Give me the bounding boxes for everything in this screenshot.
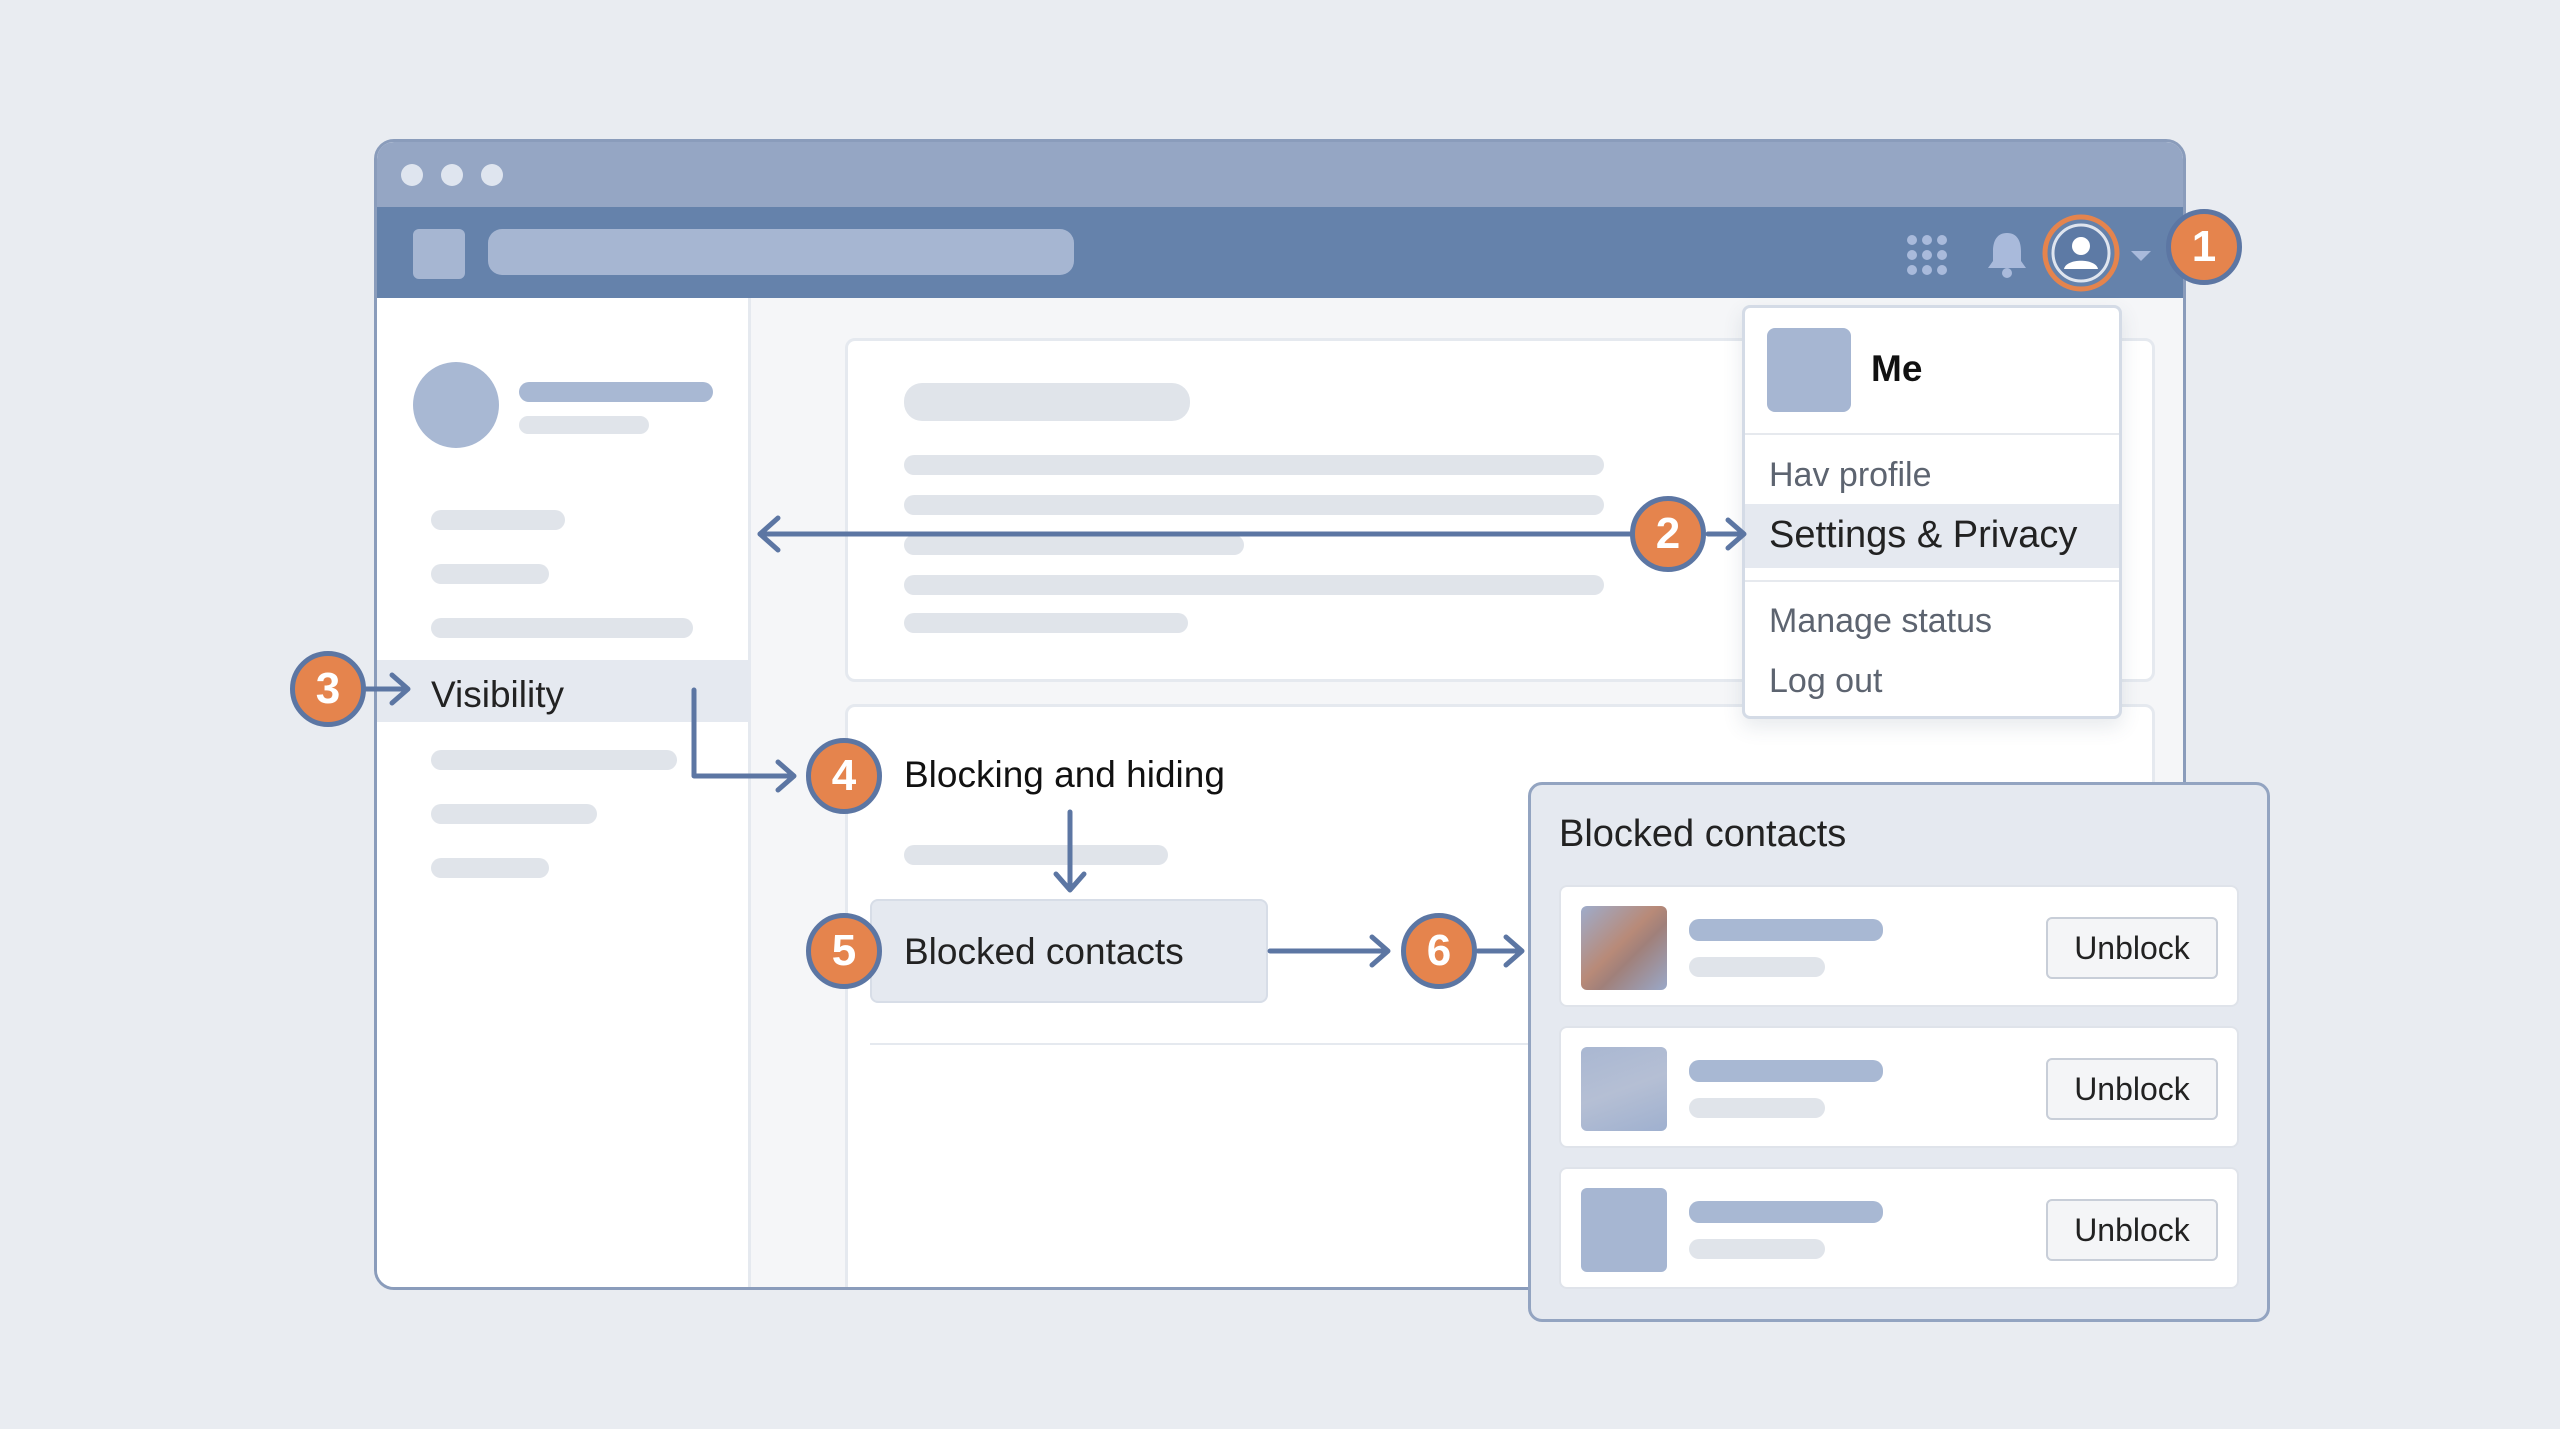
step-badge-6: 6 xyxy=(1401,913,1477,989)
step-arrows xyxy=(363,515,1747,968)
step-badge-4: 4 xyxy=(806,738,882,814)
step-badge-2: 2 xyxy=(1630,496,1706,572)
step-badge-3: 3 xyxy=(290,651,366,727)
step-badge-1: 1 xyxy=(2166,209,2242,285)
step-badge-5: 5 xyxy=(806,913,882,989)
